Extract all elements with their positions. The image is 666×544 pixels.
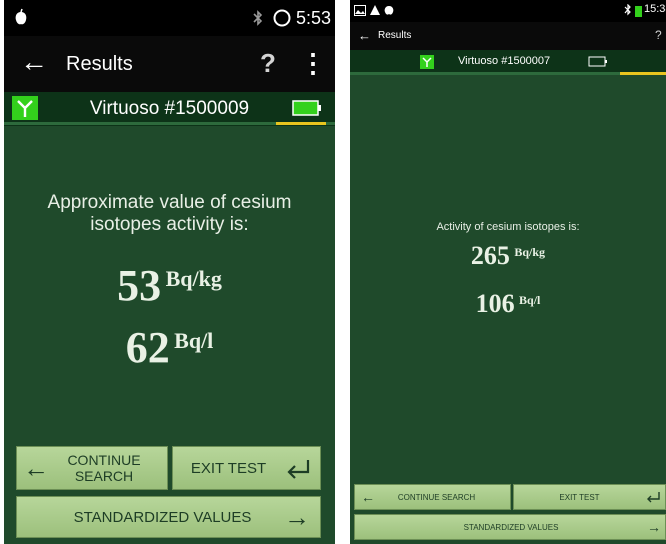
help-button[interactable]: ? xyxy=(655,28,662,42)
result-value-l: 62 xyxy=(125,323,170,372)
standardized-values-button[interactable]: STANDARDIZED VALUES → xyxy=(16,496,321,538)
continue-search-label: CONTINUE SEARCH xyxy=(397,492,476,502)
battery-status-icon xyxy=(635,6,642,17)
exit-test-button[interactable]: EXIT TEST xyxy=(172,446,321,490)
bluetooth-icon xyxy=(253,10,263,26)
arrow-left-icon: ← xyxy=(23,452,49,483)
app-notification-icon xyxy=(384,6,394,15)
phone-screen-right: 15:38 ← Results ? Virtuoso #1500007 Acti… xyxy=(350,0,666,544)
result-caption: Approximate value of cesium isotopes act… xyxy=(47,192,292,235)
exit-test-button[interactable]: EXIT TEST xyxy=(513,484,666,510)
app-bar: ← Results ? ⋮ xyxy=(4,36,335,92)
result-unit-kg: Bq/kg xyxy=(165,266,222,291)
standardized-values-label: STANDARDIZED VALUES xyxy=(463,522,559,532)
alarm-clock-icon xyxy=(273,9,291,27)
result-value-kg: 265 xyxy=(470,241,510,270)
app-bar: ← Results ? xyxy=(350,22,666,50)
page-title: Results xyxy=(378,30,412,41)
results-panel: Activity of cesium isotopes is: 265 Bq/k… xyxy=(350,75,666,544)
result-per-l: 106 Bq/l xyxy=(350,289,666,319)
overflow-menu-button[interactable]: ⋮ xyxy=(300,48,326,79)
continue-search-label: CONTINUE SEARCH xyxy=(67,452,141,484)
result-per-l: 62 Bq/l xyxy=(4,322,335,373)
warning-icon xyxy=(370,5,380,15)
result-unit-l: Bq/l xyxy=(519,293,541,307)
status-time: 15:38 xyxy=(644,3,666,15)
exit-return-icon xyxy=(287,460,310,479)
back-button[interactable]: ← xyxy=(358,28,371,43)
continue-search-button[interactable]: ← CONTINUE SEARCH xyxy=(16,446,168,490)
result-unit-kg: Bq/kg xyxy=(514,245,546,259)
phone-screen-left: 5:53 ← Results ? ⋮ Virtuoso #1500009 App… xyxy=(4,0,335,544)
bluetooth-icon xyxy=(624,4,631,16)
result-unit-l: Bq/l xyxy=(174,328,214,353)
device-name: Virtuoso #1500009 xyxy=(89,98,250,119)
status-bar: 5:53 xyxy=(4,0,335,36)
result-per-kg: 53 Bq/kg xyxy=(4,260,335,311)
result-caption: Activity of cesium isotopes is: xyxy=(436,221,580,233)
arrow-left-icon: ← xyxy=(361,489,375,505)
standardized-values-button[interactable]: STANDARDIZED VALUES → xyxy=(354,514,666,540)
exit-test-label: EXIT TEST xyxy=(559,492,600,502)
antenna-icon xyxy=(420,55,434,69)
status-bar: 15:38 xyxy=(350,0,666,22)
device-name: Virtuoso #1500007 xyxy=(458,55,551,67)
result-value-l: 106 xyxy=(475,289,515,318)
arrow-right-icon: → xyxy=(647,519,661,535)
continue-search-button[interactable]: ← CONTINUE SEARCH xyxy=(354,484,511,510)
battery-icon xyxy=(588,56,607,67)
arrow-right-icon: → xyxy=(284,501,310,532)
status-time: 5:53 xyxy=(296,8,332,28)
active-tab-indicator xyxy=(276,122,326,125)
exit-return-icon xyxy=(647,492,660,503)
result-value-kg: 53 xyxy=(117,261,162,310)
image-notification-icon xyxy=(354,5,366,16)
page-title: Results xyxy=(66,53,133,75)
standardized-values-label: STANDARDIZED VALUES xyxy=(73,508,252,526)
result-per-kg: 265 Bq/kg xyxy=(350,241,666,271)
exit-test-label: EXIT TEST xyxy=(190,459,267,477)
help-button[interactable]: ? xyxy=(260,48,276,79)
app-notification-icon xyxy=(15,8,27,25)
back-button[interactable]: ← xyxy=(20,46,48,78)
battery-icon xyxy=(292,100,321,116)
device-bar: Virtuoso #1500009 xyxy=(4,92,335,126)
